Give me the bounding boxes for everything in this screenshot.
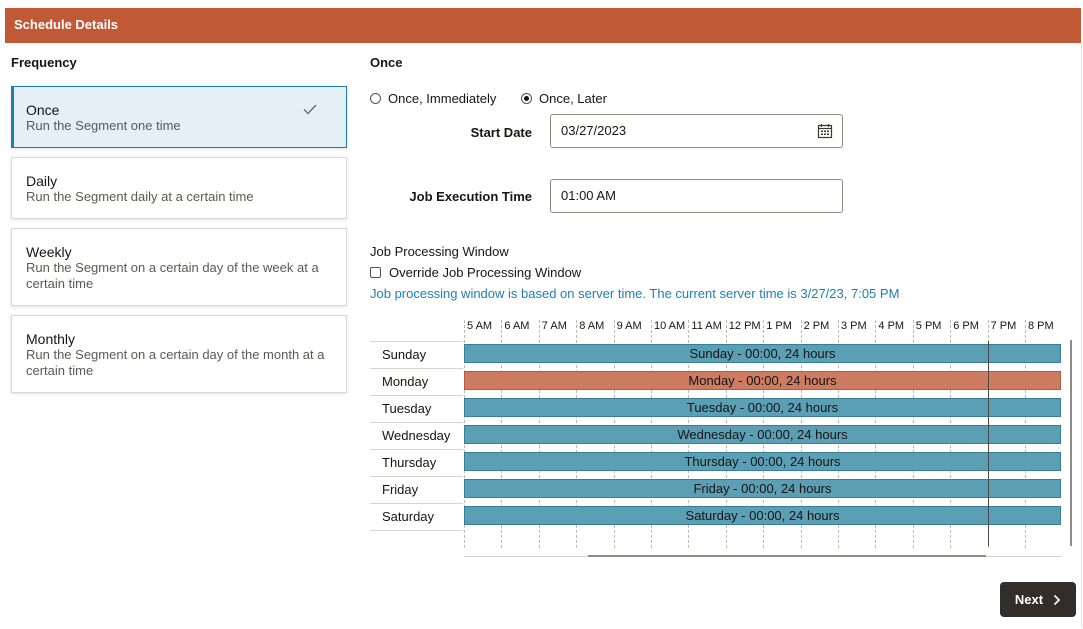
hour-label: 9 AM <box>616 320 642 332</box>
card-desc: Run the Segment one time <box>26 118 181 133</box>
window-bar[interactable]: Saturday - 00:00, 24 hours <box>464 506 1061 525</box>
radio-once-immediately[interactable]: Once, Immediately <box>370 91 496 106</box>
card-title: Monthly <box>26 331 76 347</box>
window-bar[interactable]: Wednesday - 00:00, 24 hours <box>464 425 1061 444</box>
hour-label: 7 AM <box>541 320 567 332</box>
calendar-icon[interactable] <box>817 123 833 139</box>
exec-time-label: Job Execution Time <box>409 189 532 204</box>
window-bar[interactable]: Monday - 00:00, 24 hours <box>464 371 1061 390</box>
day-label: Tuesday <box>382 401 432 416</box>
frequency-card-daily[interactable]: Daily Run the Segment daily at a certain… <box>11 157 347 219</box>
window-bar[interactable]: Tuesday - 00:00, 24 hours <box>464 398 1061 417</box>
frequency-label: Frequency <box>11 55 77 70</box>
hour-label: 5 PM <box>915 320 942 332</box>
start-date-field[interactable]: 03/27/2023 <box>550 114 843 148</box>
exec-time-field[interactable]: 01:00 AM <box>550 179 843 213</box>
row-divider <box>370 341 463 342</box>
hour-label: 12 PM <box>728 320 761 332</box>
frequency-card-monthly[interactable]: Monthly Run the Segment on a certain day… <box>11 315 347 393</box>
hour-label: 1 PM <box>766 320 792 332</box>
hour-label: 10 AM <box>654 320 686 332</box>
hour-label: 7 PM <box>990 320 1017 332</box>
row-divider <box>370 476 463 477</box>
hour-label: 8 PM <box>1028 320 1054 332</box>
hour-label: 4 PM <box>878 320 905 332</box>
frequency-card-once[interactable]: Once Run the Segment one time <box>11 86 347 148</box>
radio-label: Once, Later <box>539 91 607 106</box>
start-date-value: 03/27/2023 <box>561 123 627 138</box>
window-bar[interactable]: Sunday - 00:00, 24 hours <box>464 344 1061 363</box>
chevron-right-icon <box>1053 594 1061 605</box>
current-time-line <box>988 341 989 546</box>
processing-window-grid: 5 AM 6 AM 7 AM 8 AM 9 AM 10 AM 11 AM 12 PM 1 PM 2… <box>370 316 1072 562</box>
row-divider <box>370 368 463 369</box>
vertical-scrollbar[interactable] <box>1070 340 1072 546</box>
exec-time-value: 01:00 AM <box>561 188 616 203</box>
start-date-label: Start Date <box>470 125 532 140</box>
override-label: Override Job Processing Window <box>389 265 582 280</box>
radio-button[interactable] <box>370 93 381 104</box>
hour-label: 3 PM <box>841 320 867 332</box>
override-checkbox-row[interactable]: Override Job Processing Window <box>370 265 581 280</box>
day-label: Thursday <box>382 455 437 470</box>
card-title: Once <box>26 102 60 118</box>
schedule-details-header: Schedule Details <box>5 8 1081 43</box>
day-label: Friday <box>382 482 419 497</box>
card-desc: Run the Segment daily at a certain time <box>26 189 254 204</box>
header-title: Schedule Details <box>14 17 119 32</box>
horizontal-scrollbar[interactable] <box>588 555 986 557</box>
day-label: Monday <box>382 374 429 389</box>
row-divider <box>370 530 463 531</box>
card-desc: Run the Segment on a certain day of the … <box>26 260 319 291</box>
day-label: Sunday <box>382 347 427 362</box>
checkmark-icon <box>303 104 317 115</box>
window-bar[interactable]: Friday - 00:00, 24 hours <box>464 479 1061 498</box>
hour-label: 2 PM <box>803 320 830 332</box>
window-bar[interactable]: Thursday - 00:00, 24 hours <box>464 452 1061 471</box>
row-divider <box>370 449 463 450</box>
card-desc: Run the Segment on a certain day of the … <box>26 347 325 378</box>
row-divider <box>370 422 463 423</box>
once-label: Once <box>370 55 403 70</box>
radio-label: Once, Immediately <box>388 91 497 106</box>
day-label: Saturday <box>382 509 435 524</box>
hour-label: 8 AM <box>579 320 605 332</box>
hour-label: 11 AM <box>691 320 722 332</box>
override-checkbox[interactable] <box>370 267 381 278</box>
next-label: Next <box>1014 592 1044 607</box>
server-time-info: Job processing window is based on server… <box>370 286 900 301</box>
row-divider <box>370 395 463 396</box>
processing-window-label: Job Processing Window <box>370 244 509 259</box>
row-divider <box>370 503 463 504</box>
card-title: Daily <box>26 173 58 189</box>
card-title: Weekly <box>26 244 72 260</box>
day-label: Wednesday <box>382 428 451 443</box>
radio-button[interactable] <box>521 93 532 104</box>
hour-label: 6 PM <box>953 320 979 332</box>
hour-label: 6 AM <box>504 320 530 332</box>
frequency-card-weekly[interactable]: Weekly Run the Segment on a certain day … <box>11 228 347 306</box>
next-button[interactable]: Next <box>1000 582 1076 617</box>
radio-once-later[interactable]: Once, Later <box>521 91 607 106</box>
hour-label: 5 AM <box>467 320 493 332</box>
